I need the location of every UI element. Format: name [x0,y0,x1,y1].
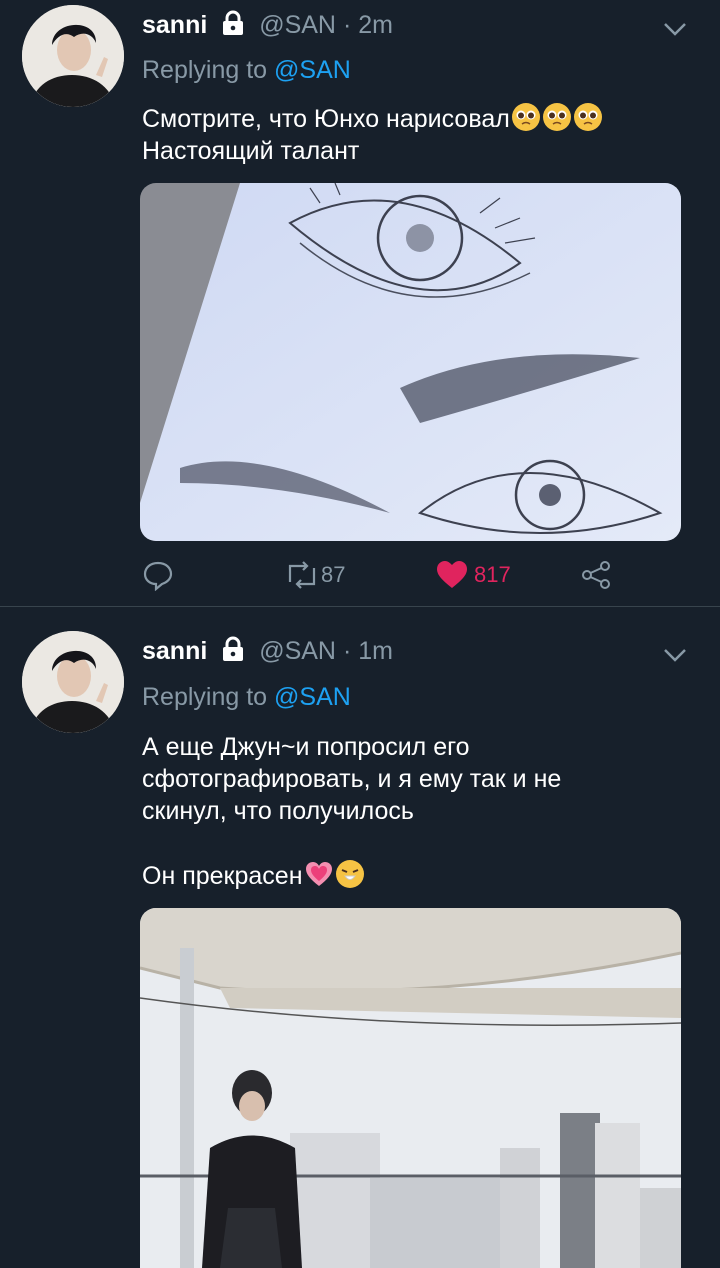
reply-mention[interactable]: @SAN [274,683,351,711]
avatar[interactable] [22,5,124,107]
tweet-header: sanni @SAN · 2m [142,10,393,43]
replying-prefix: Replying to [142,56,268,84]
retweet-count: 87 [321,562,346,587]
text-line: Он прекрасен [142,859,692,892]
text-line: Смотрите, что Юнхо нарисовал [142,102,692,135]
reply-button[interactable] [142,555,174,595]
sketch-image [140,183,681,541]
avatar[interactable] [22,631,124,733]
text-line: А еще Джун~и попросил его [142,733,470,761]
handle[interactable]: @SAN [259,11,336,39]
display-name[interactable]: sanni [142,637,207,665]
text-line: сфотографировать, и я ему так и не [142,765,562,793]
growing-heart-emoji [304,859,334,889]
text-line [142,827,692,859]
pleading-face-emoji [573,102,603,132]
lock-icon [220,10,246,43]
pleading-face-emoji [542,102,572,132]
timestamp[interactable]: 1m [358,637,393,665]
media-sketch[interactable] [140,183,681,541]
handle[interactable]: @SAN [259,637,336,665]
pleading-face-emoji [511,102,541,132]
tweet-text: Смотрите, что Юнхо нарисовал Настоящий т… [142,102,692,167]
reply-mention[interactable]: @SAN [274,56,351,84]
sneezing-face-emoji [335,859,365,889]
like-button[interactable]: 817 [436,555,511,595]
retweet-button[interactable]: 87 [285,555,345,595]
text-line: скинул, что получилось [142,797,414,825]
replying-to: Replying to @SAN [142,56,351,85]
separator-dot: · [342,11,352,39]
tweet-header: sanni @SAN · 1m [142,636,393,669]
separator-dot: · [342,637,352,665]
tweet-2[interactable]: sanni @SAN · 1m Replying to @SAN А еще Д… [0,607,720,1268]
comment-icon [143,561,173,591]
display-name[interactable]: sanni [142,11,207,39]
replying-prefix: Replying to [142,683,268,711]
lock-icon [220,636,246,669]
tweet-1[interactable]: sanni @SAN · 2m Replying to @SAN Смотрит… [0,0,720,606]
tweet-text: А еще Джун~и попросил его сфотографирова… [142,731,692,892]
like-count: 817 [474,562,511,587]
heart-icon [437,561,467,588]
timestamp[interactable]: 2m [358,11,393,39]
share-icon [582,561,610,589]
tweet-actions: 87 817 [140,555,640,595]
chevron-down-icon[interactable] [660,14,690,44]
replying-to: Replying to @SAN [142,683,351,712]
text-line: Настоящий талант [142,137,360,165]
share-button[interactable] [580,555,612,595]
chevron-down-icon[interactable] [660,640,690,670]
retweet-icon [288,561,316,589]
rooftop-photo [140,908,681,1268]
media-photo[interactable] [140,908,681,1268]
